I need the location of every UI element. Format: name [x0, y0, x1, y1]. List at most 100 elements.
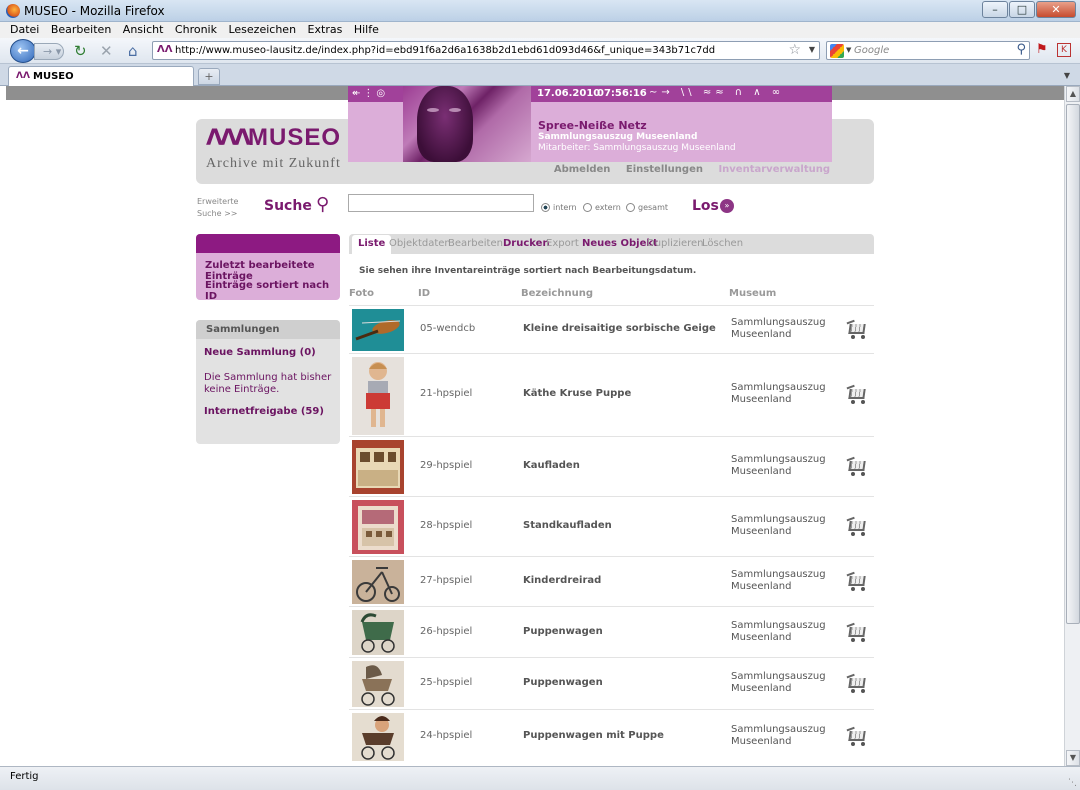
collections-title: Sammlungen — [196, 320, 340, 339]
table-row[interactable]: 25-hpspiel Puppenwagen Sammlungsauszug Mu… — [349, 657, 874, 709]
shopping-basket-icon[interactable] — [846, 571, 869, 591]
table-row[interactable]: 29-hpspiel Kaufladen Sammlungsauszug Muse… — [349, 436, 874, 496]
basket-body — [848, 461, 866, 471]
vertical-scrollbar[interactable]: ▲ ▼ — [1064, 86, 1080, 766]
go-arrow-icon[interactable]: » — [720, 199, 734, 213]
shopping-basket-icon[interactable] — [846, 726, 869, 746]
banner-time: 07:56:16 — [597, 88, 647, 99]
tab-loeschen[interactable]: Löschen — [702, 238, 743, 249]
address-bar[interactable]: ΛΛ http://www.museo-lausitz.de/index.php… — [152, 41, 820, 60]
row-photo[interactable] — [352, 661, 404, 707]
search-go-button[interactable]: Los — [692, 198, 719, 214]
addon-flag-icon[interactable]: ⚑ — [1036, 43, 1050, 57]
statue-face-image — [417, 86, 473, 162]
tab-bearbeiten[interactable]: Bearbeiten — [448, 238, 503, 249]
row-name[interactable]: Puppenwagen — [523, 677, 603, 688]
shopping-basket-icon[interactable] — [846, 319, 869, 339]
menu-lesezeichen[interactable]: Lesezeichen — [228, 22, 296, 38]
menu-hilfe[interactable]: Hilfe — [354, 22, 379, 38]
basket-wheel — [861, 532, 865, 536]
statue-eye — [427, 108, 439, 112]
table-row[interactable]: 21-hpspiel Käthe Kruse Puppe Sammlungsau… — [349, 353, 874, 436]
star-icon[interactable]: ☆ — [788, 42, 801, 58]
menu-chronik[interactable]: Chronik — [175, 22, 217, 38]
sorted-by-id-link[interactable]: Einträge sortiert nach ID — [205, 280, 340, 302]
shopping-basket-icon[interactable] — [846, 622, 869, 642]
recent-box-header — [196, 234, 340, 253]
shopping-basket-icon[interactable] — [846, 456, 869, 476]
advanced-search-link[interactable]: Erweiterte Suche >> — [197, 196, 238, 220]
table-row[interactable]: 05-wendcb Kleine dreisaitige sorbische G… — [349, 305, 874, 353]
table-row[interactable]: 27-hpspiel Kinderdreirad Sammlungsauszug… — [349, 556, 874, 606]
scroll-up-arrow-icon[interactable]: ▲ — [1066, 86, 1080, 102]
back-arrow-icon[interactable]: ← — [10, 39, 36, 63]
row-name[interactable]: Käthe Kruse Puppe — [523, 388, 631, 399]
shopping-basket-icon[interactable] — [846, 673, 869, 693]
row-museum-line2: Museenland — [731, 736, 792, 747]
tab-objektdaten[interactable]: Objektdaten — [389, 238, 451, 249]
addon-box-icon[interactable]: K — [1057, 43, 1071, 57]
stop-icon[interactable]: ✕ — [100, 43, 113, 59]
radio-gesamt[interactable]: gesamt — [626, 203, 668, 212]
minimize-button[interactable]: – — [982, 1, 1008, 18]
table-row[interactable]: 26-hpspiel Puppenwagen Sammlungsauszug Mu… — [349, 606, 874, 657]
row-photo[interactable] — [352, 440, 404, 494]
reload-icon[interactable]: ↻ — [74, 43, 87, 59]
chevron-down-icon[interactable]: ▼ — [846, 46, 851, 54]
radio-gesamt-label: gesamt — [638, 203, 668, 212]
radio-extern[interactable]: extern — [583, 203, 621, 212]
tab-export[interactable]: Export — [546, 238, 579, 249]
row-photo[interactable] — [352, 610, 404, 655]
chevron-down-icon[interactable]: ▼ — [809, 45, 815, 54]
tab-drucken[interactable]: Drucken — [503, 238, 550, 249]
row-name[interactable]: Kleine dreisaitige sorbische Geige — [523, 323, 716, 334]
row-name[interactable]: Kaufladen — [523, 460, 580, 471]
radio-intern[interactable]: intern — [541, 203, 577, 212]
row-photo[interactable] — [352, 560, 404, 604]
row-id: 05-wendcb — [420, 323, 476, 334]
logout-link[interactable]: Abmelden — [554, 164, 611, 175]
close-button[interactable]: ✕ — [1036, 1, 1076, 18]
maximize-button[interactable]: □ — [1009, 1, 1035, 18]
search-input[interactable] — [348, 194, 534, 212]
settings-link[interactable]: Einstellungen — [626, 164, 703, 175]
shopping-basket-icon[interactable] — [846, 516, 869, 536]
menu-extras[interactable]: Extras — [308, 22, 343, 38]
row-photo[interactable] — [352, 309, 404, 351]
new-collection-link[interactable]: Neue Sammlung (0) — [204, 347, 334, 359]
row-name[interactable]: Puppenwagen — [523, 626, 603, 637]
magnifier-icon[interactable]: ⚲ — [1016, 42, 1026, 57]
google-engine-icon[interactable] — [830, 44, 844, 58]
basket-wheel — [851, 742, 855, 746]
resize-grip-icon[interactable]: ⋱ — [1068, 778, 1077, 788]
browser-tab-museo[interactable]: ΛΛ MUSEO — [8, 66, 194, 86]
chevron-down-icon[interactable]: ▼ — [1064, 71, 1070, 80]
table-row[interactable]: 28-hpspiel Standkaufladen Sammlungsauszu… — [349, 496, 874, 556]
navigation-toolbar: ← → ▾ ↻ ✕ ⌂ ΛΛ http://www.museo-lausitz.… — [0, 38, 1080, 64]
tab-duplizieren[interactable]: Duplizieren — [647, 238, 704, 249]
tab-liste[interactable]: Liste — [352, 235, 392, 254]
inventory-link[interactable]: Inventarverwaltung — [718, 164, 830, 175]
url-text: http://www.museo-lausitz.de/index.php?id… — [175, 45, 716, 56]
shopping-basket-icon[interactable] — [846, 384, 869, 404]
basket-wheel — [851, 587, 855, 591]
search-bar[interactable]: ▼ Google ⚲ — [826, 41, 1030, 60]
menu-datei[interactable]: Datei — [10, 22, 39, 38]
recently-edited-link[interactable]: Zuletzt bearbeitete Einträge — [205, 260, 340, 282]
row-name[interactable]: Kinderdreirad — [523, 575, 601, 586]
row-photo[interactable] — [352, 500, 404, 554]
row-photo[interactable] — [352, 713, 404, 761]
menu-ansicht[interactable]: Ansicht — [123, 22, 164, 38]
home-icon[interactable]: ⌂ — [128, 43, 138, 59]
menu-bearbeiten[interactable]: Bearbeiten — [51, 22, 111, 38]
forward-arrow-icon[interactable]: → ▾ — [34, 43, 64, 60]
row-name[interactable]: Standkaufladen — [523, 520, 612, 531]
row-photo[interactable] — [352, 357, 404, 435]
row-name[interactable]: Puppenwagen mit Puppe — [523, 730, 664, 741]
internet-release-link[interactable]: Internetfreigabe (59) — [204, 406, 334, 418]
table-row[interactable]: 24-hpspiel Puppenwagen mit Puppe Sammlun… — [349, 709, 874, 763]
new-tab-button[interactable]: + — [198, 68, 220, 85]
scrollbar-thumb[interactable] — [1066, 104, 1080, 624]
row-museum-line1: Sammlungsauszug — [731, 382, 826, 393]
scroll-down-arrow-icon[interactable]: ▼ — [1066, 750, 1080, 766]
